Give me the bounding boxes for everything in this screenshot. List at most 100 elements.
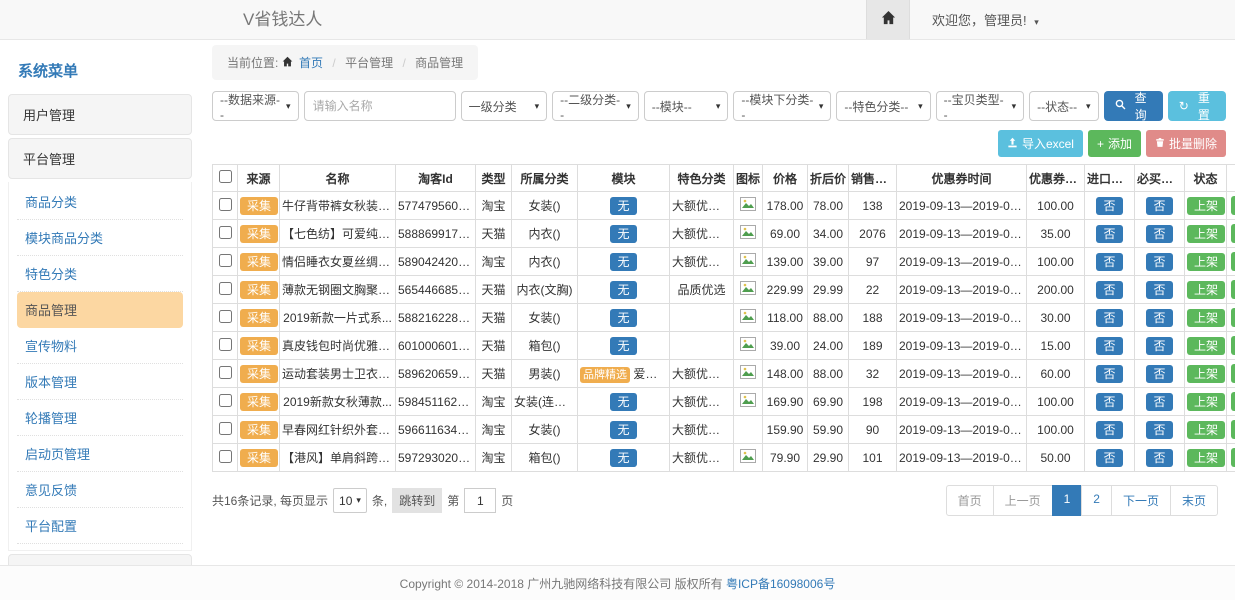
sidebar-subitem[interactable]: 模块商品分类 — [17, 220, 183, 256]
breadcrumb-home-link[interactable]: 首页 — [299, 56, 323, 70]
row-checkbox[interactable] — [219, 422, 232, 435]
edit-button[interactable] — [1231, 364, 1235, 383]
row-checkbox[interactable] — [219, 450, 232, 463]
status-toggle[interactable]: 上架 — [1187, 225, 1225, 243]
import-select-toggle[interactable]: 否 — [1096, 253, 1122, 271]
import-excel-button[interactable]: 导入excel — [998, 130, 1083, 157]
import-select-toggle[interactable]: 否 — [1096, 365, 1122, 383]
jump-button[interactable]: 跳转到 — [392, 488, 442, 513]
module-sub-select[interactable]: --模块下分类--▾ — [733, 91, 831, 121]
sidebar-item-platform-management[interactable]: 平台管理 — [8, 138, 192, 179]
edit-button[interactable] — [1231, 420, 1235, 439]
taoke-id: 589042420344 — [396, 248, 476, 276]
prev-page-button[interactable]: 上一页 — [993, 485, 1053, 516]
row-checkbox[interactable] — [219, 366, 232, 379]
status-toggle[interactable]: 上架 — [1187, 365, 1225, 383]
import-select-toggle[interactable]: 否 — [1096, 225, 1122, 243]
batch-delete-button[interactable]: 批量删除 — [1146, 130, 1226, 157]
caret-down-icon: ▾ — [1012, 101, 1017, 112]
edit-button[interactable] — [1231, 392, 1235, 411]
edit-button[interactable] — [1231, 308, 1235, 327]
sidebar-subitem[interactable]: 意见反馈 — [17, 472, 183, 508]
must-buy-toggle[interactable]: 否 — [1146, 365, 1172, 383]
sidebar-subitem[interactable]: 宣传物料 — [17, 328, 183, 364]
row-checkbox[interactable] — [219, 394, 232, 407]
home-button[interactable] — [866, 0, 910, 39]
must-buy-toggle[interactable]: 否 — [1146, 253, 1172, 271]
status-toggle[interactable]: 上架 — [1187, 393, 1225, 411]
must-buy-toggle[interactable]: 否 — [1146, 225, 1172, 243]
row-checkbox[interactable] — [219, 282, 232, 295]
page-number-input[interactable] — [464, 488, 496, 513]
must-buy-toggle[interactable]: 否 — [1146, 197, 1172, 215]
add-button[interactable]: + 添加 — [1088, 130, 1141, 157]
item-type-select[interactable]: --宝贝类型--▾ — [936, 91, 1024, 121]
col-header-name: 名称 — [280, 165, 396, 192]
import-select-toggle[interactable]: 否 — [1096, 337, 1122, 355]
row-checkbox[interactable] — [219, 310, 232, 323]
import-select-toggle[interactable]: 否 — [1096, 449, 1122, 467]
must-buy-toggle[interactable]: 否 — [1146, 281, 1172, 299]
sidebar-subitem[interactable]: 商品管理 — [17, 292, 183, 328]
module-select[interactable]: --模块--▾ — [644, 91, 729, 121]
sidebar-subitem[interactable]: 启动页管理 — [17, 436, 183, 472]
coupon-amount: 50.00 — [1027, 444, 1085, 472]
must-buy-toggle[interactable]: 否 — [1146, 421, 1172, 439]
row-checkbox[interactable] — [219, 198, 232, 211]
edit-button[interactable] — [1231, 336, 1235, 355]
row-checkbox[interactable] — [219, 254, 232, 267]
page-2-button[interactable]: 2 — [1081, 485, 1112, 516]
sidebar-subitem[interactable]: 商品分类 — [17, 184, 183, 220]
reset-button[interactable]: ↻ 重置 — [1168, 91, 1226, 121]
level1-category-select[interactable]: 一级分类▾ — [461, 91, 548, 121]
import-select-toggle[interactable]: 否 — [1096, 197, 1122, 215]
must-buy-toggle[interactable]: 否 — [1146, 393, 1172, 411]
status-toggle[interactable]: 上架 — [1187, 197, 1225, 215]
row-checkbox[interactable] — [219, 338, 232, 351]
status-toggle[interactable]: 上架 — [1187, 253, 1225, 271]
last-page-button[interactable]: 末页 — [1170, 485, 1218, 516]
module-text: 爱上运动 — [633, 367, 669, 381]
data-source-select[interactable]: --数据来源--▾ — [212, 91, 299, 121]
sidebar-subitem[interactable]: 特色分类 — [17, 256, 183, 292]
discount-price: 29.90 — [808, 444, 849, 472]
feature-category-select[interactable]: --特色分类--▾ — [836, 91, 930, 121]
import-select-toggle[interactable]: 否 — [1096, 393, 1122, 411]
import-select-toggle[interactable]: 否 — [1096, 421, 1122, 439]
sidebar-subitem[interactable]: 平台配置 — [17, 508, 183, 544]
edit-button[interactable] — [1231, 196, 1235, 215]
user-menu[interactable]: 欢迎您，管理员! ▾ — [932, 10, 1039, 29]
status-toggle[interactable]: 上架 — [1187, 421, 1225, 439]
edit-button[interactable] — [1231, 280, 1235, 299]
sidebar-subitem[interactable]: 轮播管理 — [17, 400, 183, 436]
import-select-toggle[interactable]: 否 — [1096, 281, 1122, 299]
per-page-select[interactable]: 10▾ — [333, 488, 367, 513]
row-checkbox[interactable] — [219, 226, 232, 239]
import-select-toggle[interactable]: 否 — [1096, 309, 1122, 327]
icp-link[interactable]: 粤ICP备16098006号 — [726, 575, 835, 592]
edit-button[interactable] — [1231, 224, 1235, 243]
page-1-button[interactable]: 1 — [1052, 485, 1083, 516]
must-buy-toggle[interactable]: 否 — [1146, 449, 1172, 467]
col-header-coupon-time: 优惠券时间 — [897, 165, 1027, 192]
status-select[interactable]: --状态--▾ — [1029, 91, 1098, 121]
status-toggle[interactable]: 上架 — [1187, 337, 1225, 355]
edit-button[interactable] — [1231, 448, 1235, 467]
select-all-checkbox[interactable] — [219, 170, 232, 183]
sidebar-group-item[interactable]: 拼团管理 — [8, 554, 192, 565]
search-button[interactable]: 查询 — [1104, 91, 1163, 121]
edit-button[interactable] — [1231, 252, 1235, 271]
status-toggle[interactable]: 上架 — [1187, 281, 1225, 299]
sidebar-item-user-management[interactable]: 用户管理 — [8, 94, 192, 135]
copyright-text: Copyright © 2014-2018 广州九驰网络科技有限公司 版权所有 — [400, 575, 723, 592]
must-buy-toggle[interactable]: 否 — [1146, 309, 1172, 327]
status-toggle[interactable]: 上架 — [1187, 449, 1225, 467]
product-name: 早春网红针织外套女春... — [280, 416, 396, 444]
level2-category-select[interactable]: --二级分类--▾ — [552, 91, 639, 121]
sidebar-subitem[interactable]: 版本管理 — [17, 364, 183, 400]
first-page-button[interactable]: 首页 — [946, 485, 994, 516]
status-toggle[interactable]: 上架 — [1187, 309, 1225, 327]
name-search-input[interactable] — [304, 91, 456, 121]
must-buy-toggle[interactable]: 否 — [1146, 337, 1172, 355]
next-page-button[interactable]: 下一页 — [1111, 485, 1171, 516]
